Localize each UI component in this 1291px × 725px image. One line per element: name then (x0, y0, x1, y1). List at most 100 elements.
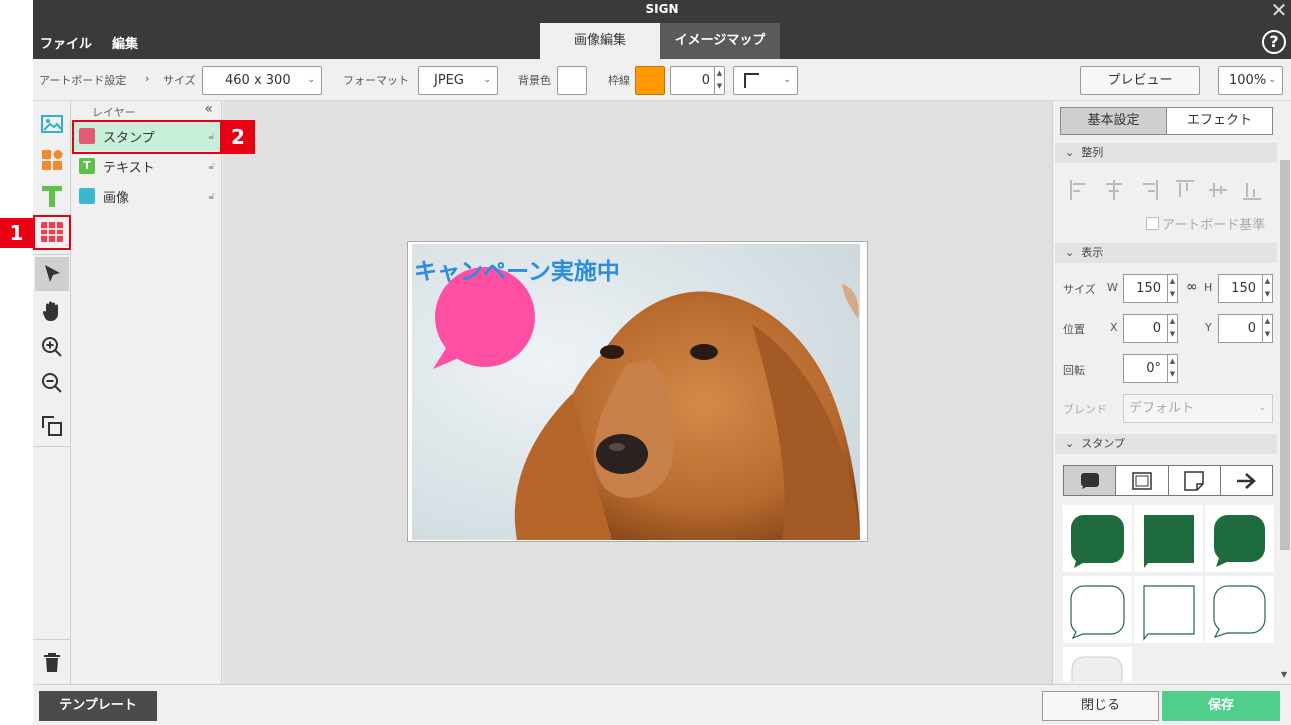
border-color-swatch[interactable] (635, 66, 665, 95)
help-icon[interactable]: ? (1262, 30, 1286, 54)
add-shape-button[interactable] (35, 143, 69, 177)
layer-panel: レイヤー « スタンプ 🔓︎ T テキスト 🔓︎ 画像 🔓︎ (71, 101, 222, 684)
arrow-right-icon (1237, 472, 1257, 489)
arrange-button[interactable] (35, 409, 69, 443)
speech-bubble-icon (1080, 472, 1099, 489)
layer-item-text[interactable]: T テキスト 🔓︎ (71, 151, 222, 181)
preview-button[interactable]: プレビュー (1080, 66, 1200, 95)
x-input[interactable]: 0 ▲ ▼ (1123, 314, 1178, 343)
close-icon[interactable]: ✕ (1269, 0, 1289, 22)
callout-number-2: 2 (221, 120, 255, 154)
artboard-basis-checkbox[interactable]: アートボード基準 (1146, 214, 1265, 233)
chevron-down-icon: ⌄ (1258, 403, 1266, 413)
speech-bubble-icon (1213, 585, 1266, 639)
unlock-icon[interactable]: 🔓︎ (209, 161, 215, 172)
y-value: 0 (1247, 321, 1256, 336)
text-layer-icon: T (79, 158, 95, 174)
rotation-label: 回転 (1063, 364, 1085, 377)
size-label: サイズ (1063, 283, 1096, 296)
stamp-category-frame[interactable] (1115, 466, 1167, 495)
stepper-arrows-icon[interactable]: ▲ ▼ (1262, 315, 1272, 342)
mode-tabs: 画像編集 イメージマップ (540, 23, 780, 59)
zoom-in-button[interactable] (35, 330, 69, 364)
rotation-value: 0° (1146, 361, 1161, 376)
stepper-arrows-icon[interactable]: ▲ ▼ (1262, 275, 1272, 302)
menu-file[interactable]: ファイル (40, 33, 92, 52)
properties-scrollbar[interactable]: ▼ (1279, 143, 1291, 681)
format-select[interactable]: JPEG ⌄ (418, 66, 498, 95)
link-ratio-icon[interactable]: ∞ (1186, 279, 1198, 295)
canvas-area[interactable]: キャンペーン実施中 (223, 101, 1052, 684)
collapse-panel-icon[interactable]: « (204, 101, 213, 117)
zoom-select[interactable]: 100% ⌄ (1218, 66, 1283, 95)
stepper-arrows-icon[interactable]: ▲ ▼ (1167, 355, 1177, 382)
height-label: H (1204, 281, 1213, 294)
divider (33, 254, 71, 255)
stamp-category-tabs (1063, 465, 1273, 496)
save-button[interactable]: 保存 (1162, 691, 1280, 721)
stamp-bubble-shadow[interactable] (1063, 647, 1132, 682)
corner-style-icon (744, 73, 759, 88)
tab-basic-settings[interactable]: 基本設定 (1061, 108, 1166, 134)
y-label: Y (1205, 321, 1212, 334)
hand-tool-button[interactable] (35, 294, 69, 328)
stamp-category-arrow[interactable] (1219, 466, 1272, 495)
align-bottom-icon (1243, 183, 1261, 200)
add-image-button[interactable] (35, 107, 69, 141)
stamp-bubble-wide-filled[interactable] (1205, 505, 1274, 572)
delete-button[interactable] (35, 646, 69, 680)
stamp-bubble-square-outline[interactable] (1134, 576, 1203, 643)
position-label: 位置 (1063, 323, 1085, 336)
menu-edit[interactable]: 編集 (112, 33, 138, 52)
template-button[interactable]: テンプレート (39, 691, 157, 721)
stepper-arrows-icon[interactable]: ▲ ▼ (1167, 315, 1177, 342)
stepper-arrows-icon[interactable]: ▲ ▼ (1167, 275, 1177, 302)
width-input[interactable]: 150 ▲ ▼ (1123, 274, 1178, 303)
width-label: W (1107, 281, 1118, 294)
sticky-note-icon (1184, 470, 1204, 491)
tool-icon-bar (33, 101, 71, 684)
close-button[interactable]: 閉じる (1042, 691, 1159, 721)
stepper-arrows-icon[interactable]: ▲ ▼ (714, 67, 724, 94)
add-text-button[interactable] (35, 179, 69, 213)
artboard[interactable]: キャンペーン実施中 (407, 241, 868, 542)
section-display-header[interactable]: ⌄ 表示 (1055, 243, 1277, 263)
blend-select[interactable]: デフォルト ⌄ (1123, 394, 1273, 423)
section-align-header[interactable]: ⌄ 整列 (1055, 143, 1277, 163)
scroll-down-icon[interactable]: ▼ (1281, 670, 1287, 679)
format-value: JPEG (434, 73, 464, 88)
zoom-out-icon (42, 373, 62, 393)
size-select[interactable]: 460 x 300 ⌄ (202, 66, 322, 95)
zoom-in-icon (42, 337, 62, 357)
tab-effect[interactable]: エフェクト (1166, 108, 1272, 134)
zoom-out-button[interactable] (35, 366, 69, 400)
stamp-category-note[interactable] (1167, 466, 1220, 495)
height-value: 150 (1231, 281, 1256, 296)
tab-image-map[interactable]: イメージマップ (660, 23, 780, 59)
stamp-bubble-round-outline[interactable] (1063, 576, 1132, 643)
align-top-icon (1176, 180, 1194, 197)
section-stamp-label: スタンプ (1081, 437, 1125, 450)
section-stamp-header[interactable]: ⌄ スタンプ (1055, 434, 1277, 454)
scroll-thumb[interactable] (1280, 160, 1290, 550)
callout-highlight-stamp-tool (33, 215, 71, 250)
unlock-icon[interactable]: 🔓︎ (209, 191, 215, 202)
rotation-input[interactable]: 0° ▲ ▼ (1123, 354, 1178, 383)
stamp-bubble-wide-outline[interactable] (1205, 576, 1274, 643)
artboard-basis-label: アートボード基準 (1162, 218, 1266, 233)
height-input[interactable]: 150 ▲ ▼ (1218, 274, 1273, 303)
background-color-swatch[interactable] (557, 66, 587, 95)
stamp-category-bubble[interactable] (1064, 466, 1116, 495)
stamp-bubble-round-filled[interactable] (1063, 505, 1132, 572)
border-style-select[interactable]: ⌄ (733, 66, 798, 95)
select-tool-button[interactable] (35, 257, 69, 291)
y-input[interactable]: 0 ▲ ▼ (1218, 314, 1273, 343)
layer-item-image[interactable]: 画像 🔓︎ (71, 181, 222, 211)
chevron-down-icon: ⌄ (483, 75, 491, 85)
stamp-bubble-square-filled[interactable] (1134, 505, 1203, 572)
tab-image-edit[interactable]: 画像編集 (540, 23, 660, 59)
campaign-text[interactable]: キャンペーン実施中 (414, 252, 620, 286)
border-width-stepper[interactable]: 0 ▲ ▼ (670, 66, 725, 95)
blend-value: デフォルト (1129, 401, 1195, 416)
property-tabs: 基本設定 エフェクト (1060, 107, 1273, 135)
